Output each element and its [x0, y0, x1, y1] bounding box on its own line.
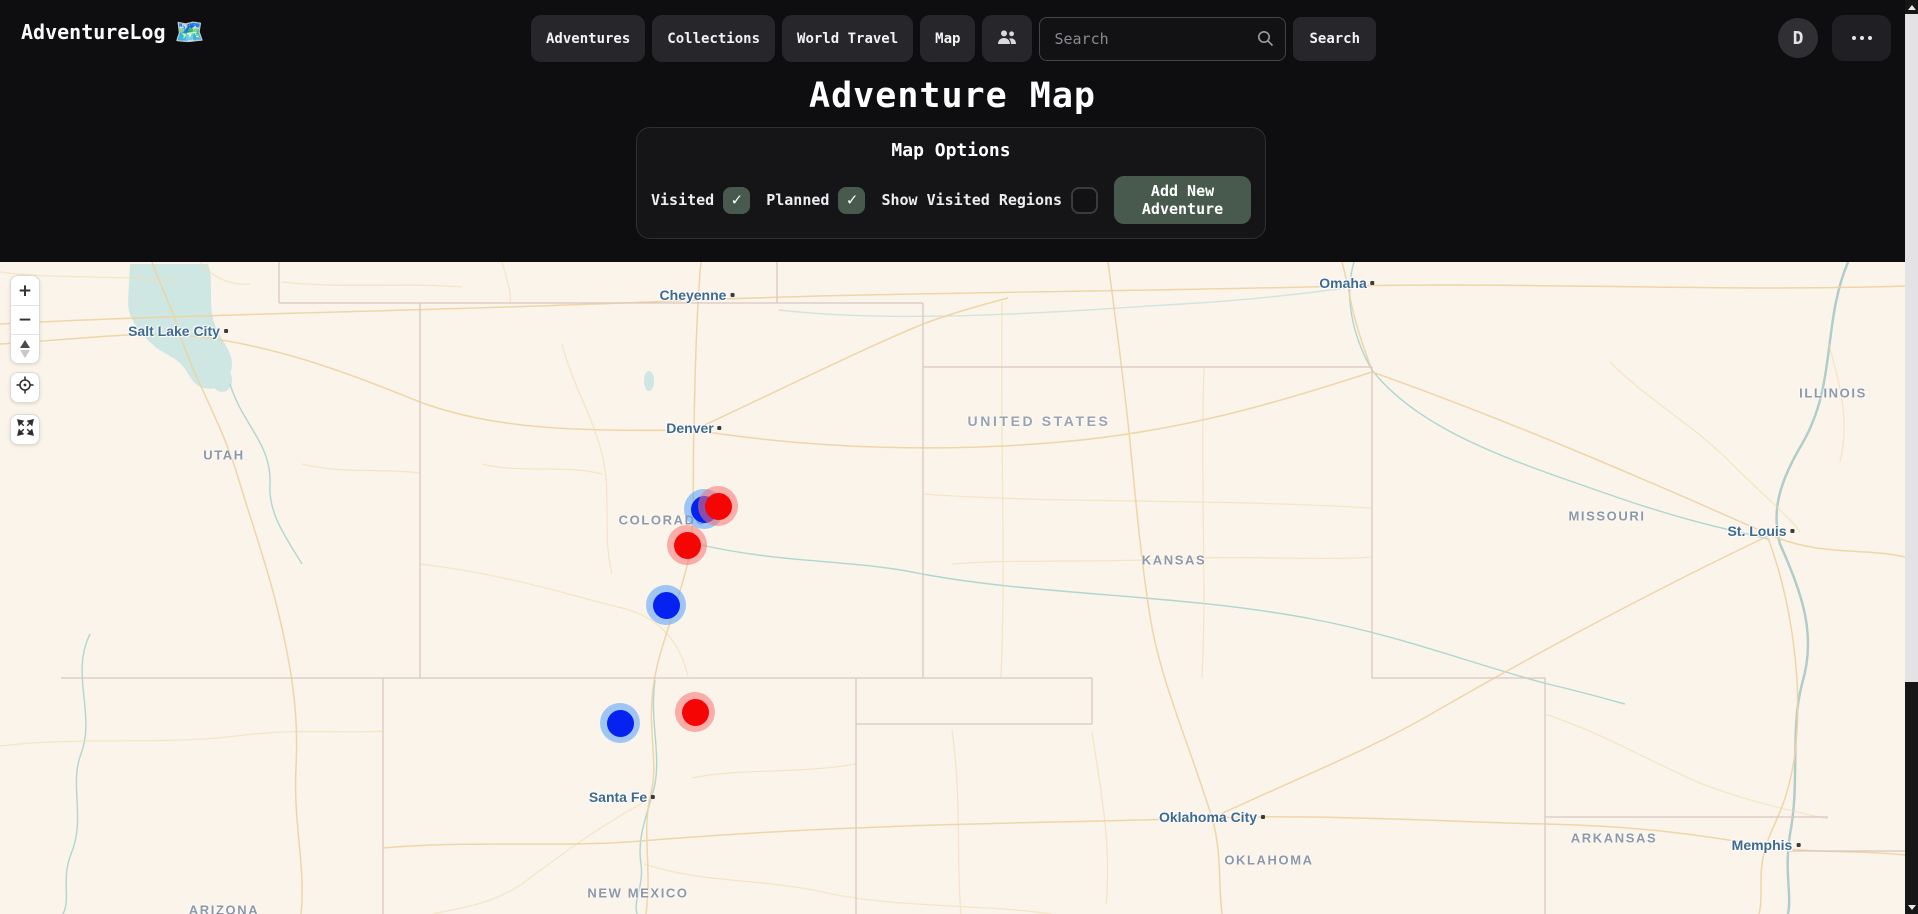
nav-world-travel-button[interactable]: World Travel [782, 15, 913, 62]
city-label: Memphis [1732, 837, 1801, 853]
city-label: Salt Lake City [128, 323, 228, 339]
country-label: UNITED STATES [968, 413, 1111, 429]
city-label: Santa Fe [589, 789, 655, 805]
nav-adventures-button[interactable]: Adventures [531, 15, 645, 62]
nav-collections-button[interactable]: Collections [652, 15, 775, 62]
search-input[interactable] [1039, 17, 1286, 61]
map-options-card: Map Options Visited ✓ Planned ✓ Show Vis… [636, 127, 1266, 239]
page-title: Adventure Map [0, 76, 1905, 116]
state-label: ILLINOIS [1799, 386, 1867, 401]
header-right-group: D [1778, 15, 1891, 61]
planned-toggle-group: Planned ✓ [766, 187, 865, 214]
map-options-heading: Map Options [637, 140, 1265, 161]
top-navigation: Adventures Collections World Travel Map … [531, 15, 1376, 62]
zoom-out-button[interactable]: − [11, 305, 39, 334]
geolocate-button[interactable] [11, 373, 39, 402]
zoom-in-button[interactable]: + [11, 276, 39, 305]
city-label: Cheyenne [660, 287, 735, 303]
visited-checkbox[interactable]: ✓ [723, 187, 750, 214]
show-regions-toggle-group: Show Visited Regions [881, 187, 1098, 214]
adventure-marker-planned[interactable] [646, 585, 686, 625]
city-label: Denver [666, 420, 721, 436]
avatar-initial: D [1793, 28, 1804, 49]
nav-map-button[interactable]: Map [920, 15, 975, 62]
page-scrollbar[interactable] [1905, 0, 1918, 914]
visited-toggle-group: Visited ✓ [651, 187, 750, 214]
app-logo[interactable]: AdventureLog 🗺️ [21, 18, 204, 46]
show-visited-regions-label: Show Visited Regions [881, 191, 1062, 209]
state-label: OKLAHOMA [1224, 853, 1313, 868]
ellipsis-icon [1852, 36, 1872, 40]
users-button[interactable] [982, 15, 1032, 62]
map-labels-and-markers: UTAHCOLORADOKANSASMISSOURIILLINOISOKLAHO… [0, 262, 1905, 914]
avatar[interactable]: D [1778, 18, 1818, 58]
planned-checkbox[interactable]: ✓ [838, 187, 865, 214]
show-visited-regions-checkbox[interactable] [1071, 187, 1098, 214]
compass-button[interactable] [11, 334, 39, 363]
app-name: AdventureLog [21, 20, 166, 44]
state-label: ARIZONA [189, 903, 259, 914]
state-label: UTAH [203, 448, 245, 463]
state-label: KANSAS [1142, 553, 1207, 568]
state-label: MISSOURI [1568, 509, 1645, 524]
adventure-marker-visited[interactable] [698, 486, 738, 526]
map-options-row: Visited ✓ Planned ✓ Show Visited Regions… [637, 176, 1265, 224]
scrollbar-down-arrow[interactable] [1905, 900, 1918, 914]
users-icon [997, 29, 1017, 49]
geolocate-control [10, 372, 40, 403]
state-label: ARKANSAS [1571, 831, 1657, 846]
compass-icon [20, 340, 30, 358]
search-button[interactable]: Search [1293, 17, 1376, 61]
city-label: St. Louis [1727, 523, 1794, 539]
scrollbar-up-arrow[interactable] [1905, 0, 1918, 14]
scrollbar-thumb[interactable] [1905, 14, 1918, 682]
geolocate-icon [16, 376, 34, 399]
city-label: Oklahoma City [1159, 809, 1265, 825]
adventure-marker-visited[interactable] [667, 525, 707, 565]
overflow-menu-button[interactable] [1832, 15, 1891, 61]
map-zoom-controls: + − [10, 275, 40, 364]
city-label: Omaha [1319, 275, 1374, 291]
search-icon [1257, 30, 1274, 51]
fullscreen-button[interactable] [11, 415, 39, 444]
adventure-marker-planned[interactable] [600, 703, 640, 743]
search-field-wrap [1039, 17, 1286, 61]
state-label: NEW MEXICO [587, 886, 688, 901]
visited-label: Visited [651, 191, 714, 209]
planned-label: Planned [766, 191, 829, 209]
add-new-adventure-button[interactable]: Add New Adventure [1114, 176, 1251, 224]
adventure-map[interactable]: UTAHCOLORADOKANSASMISSOURIILLINOISOKLAHO… [0, 262, 1905, 914]
map-emoji-icon: 🗺️ [175, 18, 205, 46]
fullscreen-control [10, 414, 40, 445]
adventure-marker-visited[interactable] [675, 692, 715, 732]
fullscreen-icon [17, 419, 34, 441]
